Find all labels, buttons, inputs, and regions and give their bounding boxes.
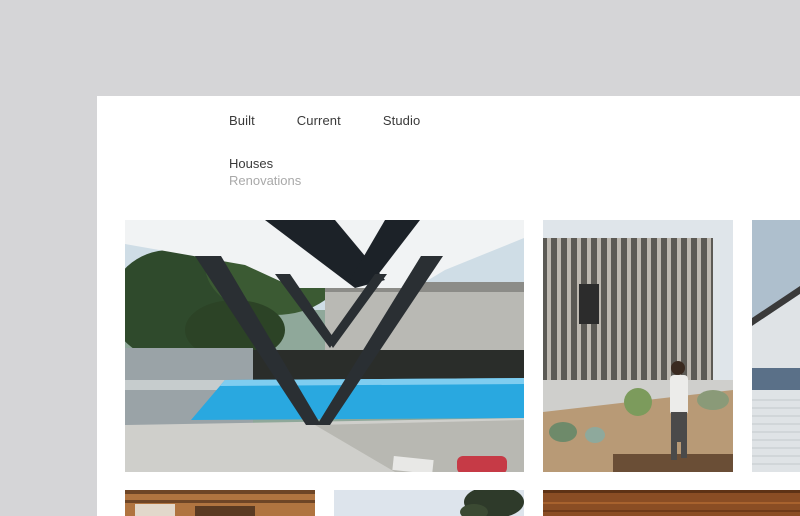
website-page: Built Current Studio Houses Renovations (97, 96, 800, 516)
subnav-item-houses[interactable]: Houses (229, 155, 301, 172)
screen-house-photo (543, 220, 733, 472)
main-nav: Built Current Studio (229, 113, 462, 128)
project-tile-timber-pergola[interactable] (125, 490, 315, 516)
nav-item-current[interactable]: Current (297, 113, 341, 128)
nav-item-built[interactable]: Built (229, 113, 255, 128)
project-tile-timber-ceiling[interactable] (543, 490, 800, 516)
sub-nav: Houses Renovations (229, 155, 301, 189)
project-tile-pool-house[interactable] (125, 220, 524, 472)
project-tile-tree-sky[interactable] (334, 490, 524, 516)
nav-item-studio[interactable]: Studio (383, 113, 420, 128)
timber-pergola-photo (125, 490, 315, 516)
pool-house-photo (125, 220, 524, 472)
project-tile-screen-house[interactable] (543, 220, 733, 472)
timber-ceiling-photo (543, 490, 800, 516)
tree-sky-photo (334, 490, 524, 516)
subnav-item-renovations[interactable]: Renovations (229, 172, 301, 189)
project-tile-weatherboard-house[interactable] (752, 220, 800, 472)
weatherboard-house-photo (752, 220, 800, 472)
